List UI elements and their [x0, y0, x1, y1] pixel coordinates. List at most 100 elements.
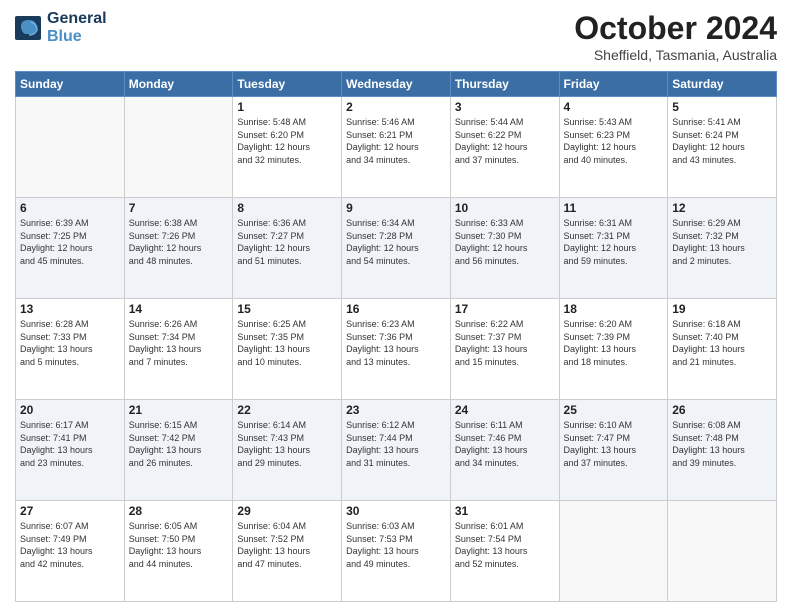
- weekday-header-row: Sunday Monday Tuesday Wednesday Thursday…: [16, 72, 777, 97]
- table-cell: 21 Sunrise: 6:15 AM Sunset: 7:42 PM Dayli…: [124, 400, 233, 501]
- table-cell: 27 Sunrise: 6:07 AM Sunset: 7:49 PM Dayli…: [16, 501, 125, 602]
- table-cell: 3 Sunrise: 5:44 AM Sunset: 6:22 PM Daylig…: [450, 97, 559, 198]
- table-cell: 24Sunrise: 6:11 AM Sunset: 7:46 PM Dayli…: [450, 400, 559, 501]
- table-cell: 17 Sunrise: 6:22 AM Sunset: 7:37 PM Dayli…: [450, 299, 559, 400]
- week-row-2: 6Sunrise: 6:39 AM Sunset: 7:25 PM Daylig…: [16, 198, 777, 299]
- day-info: Sunrise: 5:46 AM Sunset: 6:21 PM Dayligh…: [346, 116, 446, 166]
- logo-icon: [15, 16, 43, 40]
- day-number: 16: [346, 302, 446, 316]
- table-cell: 4Sunrise: 5:43 AM Sunset: 6:23 PM Daylig…: [559, 97, 668, 198]
- week-row-5: 27 Sunrise: 6:07 AM Sunset: 7:49 PM Dayli…: [16, 501, 777, 602]
- table-cell: 2 Sunrise: 5:46 AM Sunset: 6:21 PM Daylig…: [342, 97, 451, 198]
- header-tuesday: Tuesday: [233, 72, 342, 97]
- location: Sheffield, Tasmania, Australia: [574, 47, 777, 63]
- table-cell: 18 Sunrise: 6:20 AM Sunset: 7:39 PM Dayli…: [559, 299, 668, 400]
- page: General Blue October 2024 Sheffield, Tas…: [0, 0, 792, 612]
- day-info: Sunrise: 6:03 AM Sunset: 7:53 PM Dayligh…: [346, 520, 446, 570]
- table-cell: 9Sunrise: 6:34 AM Sunset: 7:28 PM Daylig…: [342, 198, 451, 299]
- week-row-4: 20 Sunrise: 6:17 AM Sunset: 7:41 PM Dayli…: [16, 400, 777, 501]
- day-number: 20: [20, 403, 120, 417]
- day-info: Sunrise: 6:15 AM Sunset: 7:42 PM Dayligh…: [129, 419, 229, 469]
- header-saturday: Saturday: [668, 72, 777, 97]
- table-cell: [559, 501, 668, 602]
- day-info: Sunrise: 6:23 AM Sunset: 7:36 PM Dayligh…: [346, 318, 446, 368]
- day-number: 28: [129, 504, 229, 518]
- day-info: Sunrise: 5:48 AM Sunset: 6:20 PM Dayligh…: [237, 116, 337, 166]
- day-info: Sunrise: 6:22 AM Sunset: 7:37 PM Dayligh…: [455, 318, 555, 368]
- day-info: Sunrise: 6:26 AM Sunset: 7:34 PM Dayligh…: [129, 318, 229, 368]
- day-number: 6: [20, 201, 120, 215]
- day-number: 27: [20, 504, 120, 518]
- day-number: 14: [129, 302, 229, 316]
- day-info: Sunrise: 6:12 AM Sunset: 7:44 PM Dayligh…: [346, 419, 446, 469]
- month-title: October 2024: [574, 10, 777, 47]
- day-info: Sunrise: 6:36 AM Sunset: 7:27 PM Dayligh…: [237, 217, 337, 267]
- table-cell: 26Sunrise: 6:08 AM Sunset: 7:48 PM Dayli…: [668, 400, 777, 501]
- day-number: 2: [346, 100, 446, 114]
- day-number: 19: [672, 302, 772, 316]
- table-cell: 6Sunrise: 6:39 AM Sunset: 7:25 PM Daylig…: [16, 198, 125, 299]
- table-cell: 16 Sunrise: 6:23 AM Sunset: 7:36 PM Dayli…: [342, 299, 451, 400]
- day-info: Sunrise: 6:14 AM Sunset: 7:43 PM Dayligh…: [237, 419, 337, 469]
- header-friday: Friday: [559, 72, 668, 97]
- table-cell: 13Sunrise: 6:28 AM Sunset: 7:33 PM Dayli…: [16, 299, 125, 400]
- logo: General Blue: [15, 10, 107, 46]
- table-cell: 14 Sunrise: 6:26 AM Sunset: 7:34 PM Dayli…: [124, 299, 233, 400]
- calendar-table: Sunday Monday Tuesday Wednesday Thursday…: [15, 71, 777, 602]
- table-cell: 12 Sunrise: 6:29 AM Sunset: 7:32 PM Dayli…: [668, 198, 777, 299]
- day-info: Sunrise: 6:10 AM Sunset: 7:47 PM Dayligh…: [564, 419, 664, 469]
- week-row-3: 13Sunrise: 6:28 AM Sunset: 7:33 PM Dayli…: [16, 299, 777, 400]
- header-thursday: Thursday: [450, 72, 559, 97]
- day-info: Sunrise: 6:08 AM Sunset: 7:48 PM Dayligh…: [672, 419, 772, 469]
- day-number: 11: [564, 201, 664, 215]
- day-info: Sunrise: 5:44 AM Sunset: 6:22 PM Dayligh…: [455, 116, 555, 166]
- day-number: 29: [237, 504, 337, 518]
- table-cell: 7Sunrise: 6:38 AM Sunset: 7:26 PM Daylig…: [124, 198, 233, 299]
- day-number: 31: [455, 504, 555, 518]
- table-cell: 22 Sunrise: 6:14 AM Sunset: 7:43 PM Dayli…: [233, 400, 342, 501]
- day-info: Sunrise: 6:04 AM Sunset: 7:52 PM Dayligh…: [237, 520, 337, 570]
- day-number: 3: [455, 100, 555, 114]
- day-number: 30: [346, 504, 446, 518]
- day-number: 22: [237, 403, 337, 417]
- table-cell: 31 Sunrise: 6:01 AM Sunset: 7:54 PM Dayli…: [450, 501, 559, 602]
- day-info: Sunrise: 6:18 AM Sunset: 7:40 PM Dayligh…: [672, 318, 772, 368]
- day-info: Sunrise: 6:29 AM Sunset: 7:32 PM Dayligh…: [672, 217, 772, 267]
- day-info: Sunrise: 5:41 AM Sunset: 6:24 PM Dayligh…: [672, 116, 772, 166]
- day-number: 17: [455, 302, 555, 316]
- table-cell: 1 Sunrise: 5:48 AM Sunset: 6:20 PM Daylig…: [233, 97, 342, 198]
- day-number: 1: [237, 100, 337, 114]
- day-number: 15: [237, 302, 337, 316]
- day-number: 12: [672, 201, 772, 215]
- table-cell: 5 Sunrise: 5:41 AM Sunset: 6:24 PM Daylig…: [668, 97, 777, 198]
- day-info: Sunrise: 6:20 AM Sunset: 7:39 PM Dayligh…: [564, 318, 664, 368]
- table-cell: 11 Sunrise: 6:31 AM Sunset: 7:31 PM Dayli…: [559, 198, 668, 299]
- table-cell: [124, 97, 233, 198]
- day-number: 10: [455, 201, 555, 215]
- table-cell: 10Sunrise: 6:33 AM Sunset: 7:30 PM Dayli…: [450, 198, 559, 299]
- day-number: 5: [672, 100, 772, 114]
- table-cell: [668, 501, 777, 602]
- day-info: Sunrise: 6:17 AM Sunset: 7:41 PM Dayligh…: [20, 419, 120, 469]
- day-number: 21: [129, 403, 229, 417]
- header-wednesday: Wednesday: [342, 72, 451, 97]
- day-info: Sunrise: 6:07 AM Sunset: 7:49 PM Dayligh…: [20, 520, 120, 570]
- day-info: Sunrise: 6:01 AM Sunset: 7:54 PM Dayligh…: [455, 520, 555, 570]
- day-number: 7: [129, 201, 229, 215]
- header-sunday: Sunday: [16, 72, 125, 97]
- title-block: October 2024 Sheffield, Tasmania, Austra…: [574, 10, 777, 63]
- day-info: Sunrise: 6:28 AM Sunset: 7:33 PM Dayligh…: [20, 318, 120, 368]
- day-number: 9: [346, 201, 446, 215]
- table-cell: 30 Sunrise: 6:03 AM Sunset: 7:53 PM Dayli…: [342, 501, 451, 602]
- day-number: 18: [564, 302, 664, 316]
- table-cell: 23Sunrise: 6:12 AM Sunset: 7:44 PM Dayli…: [342, 400, 451, 501]
- day-number: 4: [564, 100, 664, 114]
- day-number: 24: [455, 403, 555, 417]
- table-cell: [16, 97, 125, 198]
- day-info: Sunrise: 6:31 AM Sunset: 7:31 PM Dayligh…: [564, 217, 664, 267]
- table-cell: 28Sunrise: 6:05 AM Sunset: 7:50 PM Dayli…: [124, 501, 233, 602]
- table-cell: 19 Sunrise: 6:18 AM Sunset: 7:40 PM Dayli…: [668, 299, 777, 400]
- day-info: Sunrise: 6:25 AM Sunset: 7:35 PM Dayligh…: [237, 318, 337, 368]
- week-row-1: 1 Sunrise: 5:48 AM Sunset: 6:20 PM Daylig…: [16, 97, 777, 198]
- table-cell: 29 Sunrise: 6:04 AM Sunset: 7:52 PM Dayli…: [233, 501, 342, 602]
